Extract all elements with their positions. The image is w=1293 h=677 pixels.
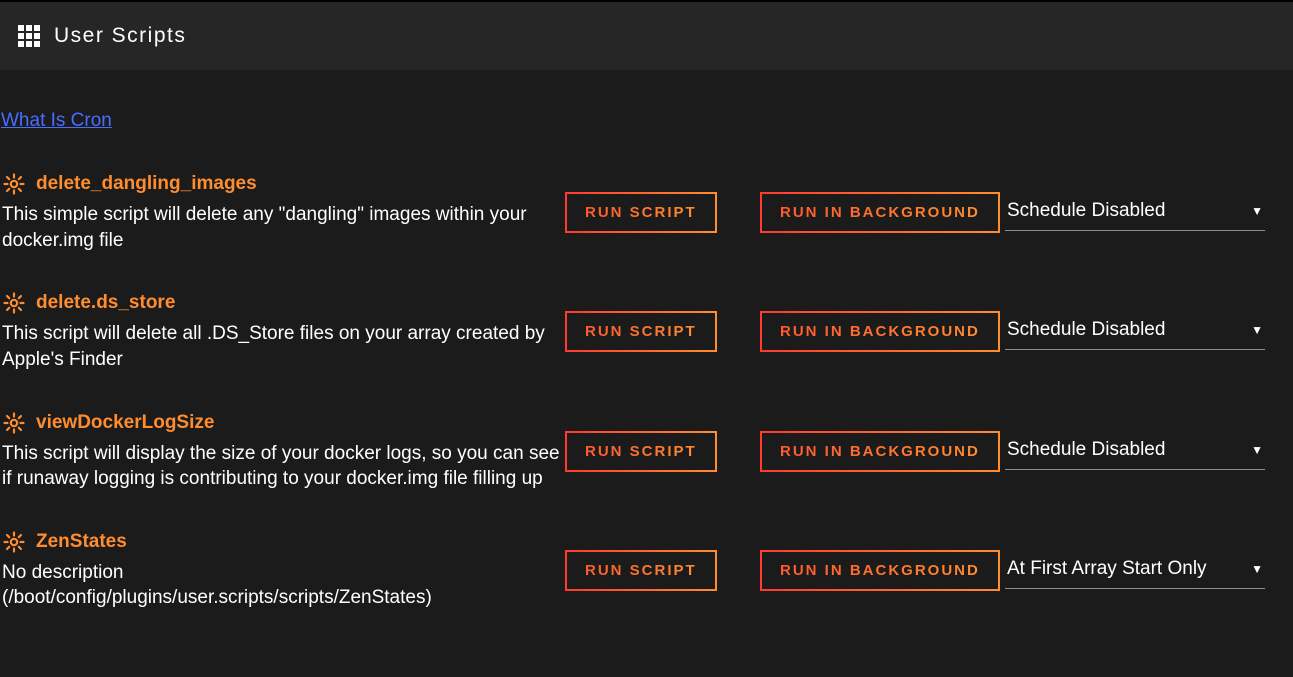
schedule-select-value: Schedule Disabled [1007, 319, 1165, 341]
script-row: delete.ds_store This script will delete … [0, 291, 1293, 402]
gear-icon[interactable] [2, 172, 26, 196]
schedule-select-value: At First Array Start Only [1007, 558, 1207, 580]
page-header: User Scripts [0, 0, 1293, 70]
run-script-button[interactable]: RUN SCRIPT [565, 311, 717, 352]
run-in-background-button[interactable]: RUN IN BACKGROUND [760, 311, 1000, 352]
schedule-select[interactable]: Schedule Disabled ▼ [1005, 313, 1265, 350]
script-row: viewDockerLogSize This script will displ… [0, 411, 1293, 522]
script-name[interactable]: delete_dangling_images [36, 173, 257, 195]
run-script-button[interactable]: RUN SCRIPT [565, 550, 717, 591]
run-script-button[interactable]: RUN SCRIPT [565, 192, 717, 233]
script-name[interactable]: viewDockerLogSize [36, 412, 214, 434]
schedule-select-value: Schedule Disabled [1007, 200, 1165, 222]
schedule-select[interactable]: At First Array Start Only ▼ [1005, 552, 1265, 589]
run-script-button[interactable]: RUN SCRIPT [565, 431, 717, 472]
script-description: No description(/boot/config/plugins/user… [2, 560, 561, 611]
run-in-background-button[interactable]: RUN IN BACKGROUND [760, 431, 1000, 472]
gear-icon[interactable] [2, 530, 26, 554]
script-row: delete_dangling_images This simple scrip… [0, 172, 1293, 283]
chevron-down-icon: ▼ [1251, 323, 1263, 337]
what-is-cron-link[interactable]: What Is Cron [1, 110, 112, 132]
script-description: This script will delete all .DS_Store fi… [2, 321, 561, 372]
chevron-down-icon: ▼ [1251, 562, 1263, 576]
chevron-down-icon: ▼ [1251, 204, 1263, 218]
apps-grid-icon [18, 25, 40, 47]
page-title: User Scripts [54, 24, 186, 48]
gear-icon[interactable] [2, 291, 26, 315]
script-row: ZenStates No description(/boot/config/pl… [0, 530, 1293, 641]
script-description: This script will display the size of you… [2, 441, 561, 492]
chevron-down-icon: ▼ [1251, 443, 1263, 457]
run-in-background-button[interactable]: RUN IN BACKGROUND [760, 192, 1000, 233]
script-name[interactable]: delete.ds_store [36, 292, 175, 314]
schedule-select-value: Schedule Disabled [1007, 439, 1165, 461]
schedule-select[interactable]: Schedule Disabled ▼ [1005, 194, 1265, 231]
script-name[interactable]: ZenStates [36, 531, 127, 553]
gear-icon[interactable] [2, 411, 26, 435]
script-description: This simple script will delete any "dang… [2, 202, 561, 253]
run-in-background-button[interactable]: RUN IN BACKGROUND [760, 550, 1000, 591]
schedule-select[interactable]: Schedule Disabled ▼ [1005, 433, 1265, 470]
